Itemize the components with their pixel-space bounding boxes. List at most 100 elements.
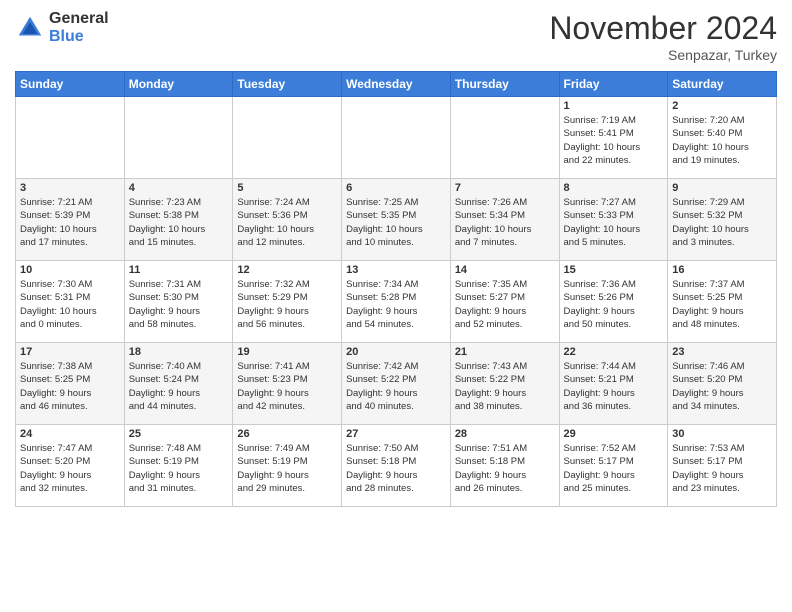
day-number: 17: [20, 346, 120, 358]
day-number: 15: [564, 264, 664, 276]
month-title: November 2024: [549, 10, 777, 47]
header-sunday: Sunday: [16, 72, 125, 97]
calendar-body: 1Sunrise: 7:19 AMSunset: 5:41 PMDaylight…: [16, 97, 777, 507]
cell-w3-d6: 23 Sunrise: 7:46 AMSunset: 5:20 PMDayligh…: [668, 343, 777, 425]
title-block: November 2024 Senpazar, Turkey: [549, 10, 777, 63]
cell-w1-d5: 8 Sunrise: 7:27 AMSunset: 5:33 PMDaylight…: [559, 179, 668, 261]
calendar-table: SundayMondayTuesdayWednesdayThursdayFrid…: [15, 71, 777, 507]
day-number: 24: [20, 428, 120, 440]
week-row-4: 17 Sunrise: 7:38 AMSunset: 5:25 PMDayligh…: [16, 343, 777, 425]
week-row-3: 10Sunrise: 7:30 AMSunset: 5:31 PMDayligh…: [16, 261, 777, 343]
header-tuesday: Tuesday: [233, 72, 342, 97]
header-row: SundayMondayTuesdayWednesdayThursdayFrid…: [16, 72, 777, 97]
day-info: Sunrise: 7:49 AMSunset: 5:19 PMDaylight:…: [237, 442, 337, 495]
cell-w1-d0: 3 Sunrise: 7:21 AMSunset: 5:39 PMDaylight…: [16, 179, 125, 261]
day-info: Sunrise: 7:42 AMSunset: 5:22 PMDaylight:…: [346, 360, 446, 413]
day-info: Sunrise: 7:34 AMSunset: 5:28 PMDaylight:…: [346, 278, 446, 331]
cell-w0-d2: [233, 97, 342, 179]
day-info: Sunrise: 7:29 AMSunset: 5:32 PMDaylight:…: [672, 196, 772, 249]
cell-w0-d3: [342, 97, 451, 179]
day-number: 13: [346, 264, 446, 276]
day-info: Sunrise: 7:36 AMSunset: 5:26 PMDaylight:…: [564, 278, 664, 331]
week-row-5: 24 Sunrise: 7:47 AMSunset: 5:20 PMDayligh…: [16, 425, 777, 507]
day-number: 9: [672, 182, 772, 194]
cell-w1-d3: 6 Sunrise: 7:25 AMSunset: 5:35 PMDaylight…: [342, 179, 451, 261]
cell-w2-d5: 15 Sunrise: 7:36 AMSunset: 5:26 PMDayligh…: [559, 261, 668, 343]
cell-w1-d1: 4Sunrise: 7:23 AMSunset: 5:38 PMDaylight…: [124, 179, 233, 261]
day-number: 21: [455, 346, 555, 358]
day-info: Sunrise: 7:32 AMSunset: 5:29 PMDaylight:…: [237, 278, 337, 331]
day-info: Sunrise: 7:40 AMSunset: 5:24 PMDaylight:…: [129, 360, 229, 413]
day-number: 1: [564, 100, 664, 112]
cell-w4-d0: 24 Sunrise: 7:47 AMSunset: 5:20 PMDayligh…: [16, 425, 125, 507]
day-number: 2: [672, 100, 772, 112]
day-number: 11: [129, 264, 229, 276]
day-number: 6: [346, 182, 446, 194]
day-number: 23: [672, 346, 772, 358]
cell-w2-d2: 12 Sunrise: 7:32 AMSunset: 5:29 PMDayligh…: [233, 261, 342, 343]
day-info: Sunrise: 7:24 AMSunset: 5:36 PMDaylight:…: [237, 196, 337, 249]
day-number: 27: [346, 428, 446, 440]
cell-w2-d3: 13 Sunrise: 7:34 AMSunset: 5:28 PMDayligh…: [342, 261, 451, 343]
day-info: Sunrise: 7:31 AMSunset: 5:30 PMDaylight:…: [129, 278, 229, 331]
cell-w4-d3: 27Sunrise: 7:50 AMSunset: 5:18 PMDayligh…: [342, 425, 451, 507]
day-info: Sunrise: 7:51 AMSunset: 5:18 PMDaylight:…: [455, 442, 555, 495]
header-wednesday: Wednesday: [342, 72, 451, 97]
day-info: Sunrise: 7:47 AMSunset: 5:20 PMDaylight:…: [20, 442, 120, 495]
day-info: Sunrise: 7:35 AMSunset: 5:27 PMDaylight:…: [455, 278, 555, 331]
cell-w2-d0: 10Sunrise: 7:30 AMSunset: 5:31 PMDayligh…: [16, 261, 125, 343]
day-info: Sunrise: 7:20 AMSunset: 5:40 PMDaylight:…: [672, 114, 772, 167]
cell-w0-d1: [124, 97, 233, 179]
day-number: 29: [564, 428, 664, 440]
day-info: Sunrise: 7:46 AMSunset: 5:20 PMDaylight:…: [672, 360, 772, 413]
cell-w2-d6: 16 Sunrise: 7:37 AMSunset: 5:25 PMDayligh…: [668, 261, 777, 343]
day-info: Sunrise: 7:25 AMSunset: 5:35 PMDaylight:…: [346, 196, 446, 249]
logo-text: General Blue: [49, 10, 109, 45]
logo-icon: [15, 13, 45, 43]
cell-w3-d4: 21 Sunrise: 7:43 AMSunset: 5:22 PMDayligh…: [450, 343, 559, 425]
cell-w4-d5: 29 Sunrise: 7:52 AMSunset: 5:17 PMDayligh…: [559, 425, 668, 507]
cell-w0-d6: 2 Sunrise: 7:20 AMSunset: 5:40 PMDaylight…: [668, 97, 777, 179]
day-info: Sunrise: 7:52 AMSunset: 5:17 PMDaylight:…: [564, 442, 664, 495]
logo: General Blue: [15, 10, 109, 45]
day-info: Sunrise: 7:48 AMSunset: 5:19 PMDaylight:…: [129, 442, 229, 495]
calendar-header: SundayMondayTuesdayWednesdayThursdayFrid…: [16, 72, 777, 97]
logo-general: General: [49, 10, 109, 28]
cell-w3-d2: 19 Sunrise: 7:41 AMSunset: 5:23 PMDayligh…: [233, 343, 342, 425]
header-thursday: Thursday: [450, 72, 559, 97]
day-number: 10: [20, 264, 120, 276]
day-number: 3: [20, 182, 120, 194]
cell-w3-d5: 22Sunrise: 7:44 AMSunset: 5:21 PMDayligh…: [559, 343, 668, 425]
day-info: Sunrise: 7:43 AMSunset: 5:22 PMDaylight:…: [455, 360, 555, 413]
day-info: Sunrise: 7:38 AMSunset: 5:25 PMDaylight:…: [20, 360, 120, 413]
day-number: 19: [237, 346, 337, 358]
week-row-1: 1Sunrise: 7:19 AMSunset: 5:41 PMDaylight…: [16, 97, 777, 179]
calendar-page: General Blue November 2024 Senpazar, Tur…: [0, 0, 792, 612]
day-number: 18: [129, 346, 229, 358]
day-number: 12: [237, 264, 337, 276]
day-info: Sunrise: 7:41 AMSunset: 5:23 PMDaylight:…: [237, 360, 337, 413]
cell-w4-d1: 25 Sunrise: 7:48 AMSunset: 5:19 PMDayligh…: [124, 425, 233, 507]
header: General Blue November 2024 Senpazar, Tur…: [15, 10, 777, 63]
day-info: Sunrise: 7:21 AMSunset: 5:39 PMDaylight:…: [20, 196, 120, 249]
day-number: 7: [455, 182, 555, 194]
day-info: Sunrise: 7:23 AMSunset: 5:38 PMDaylight:…: [129, 196, 229, 249]
day-number: 8: [564, 182, 664, 194]
day-info: Sunrise: 7:26 AMSunset: 5:34 PMDaylight:…: [455, 196, 555, 249]
cell-w4-d2: 26Sunrise: 7:49 AMSunset: 5:19 PMDayligh…: [233, 425, 342, 507]
day-number: 16: [672, 264, 772, 276]
cell-w4-d4: 28 Sunrise: 7:51 AMSunset: 5:18 PMDayligh…: [450, 425, 559, 507]
day-number: 30: [672, 428, 772, 440]
day-number: 5: [237, 182, 337, 194]
cell-w0-d5: 1Sunrise: 7:19 AMSunset: 5:41 PMDaylight…: [559, 97, 668, 179]
day-info: Sunrise: 7:27 AMSunset: 5:33 PMDaylight:…: [564, 196, 664, 249]
cell-w0-d0: [16, 97, 125, 179]
header-friday: Friday: [559, 72, 668, 97]
day-info: Sunrise: 7:37 AMSunset: 5:25 PMDaylight:…: [672, 278, 772, 331]
location: Senpazar, Turkey: [549, 47, 777, 63]
day-number: 25: [129, 428, 229, 440]
cell-w3-d3: 20Sunrise: 7:42 AMSunset: 5:22 PMDayligh…: [342, 343, 451, 425]
logo-blue: Blue: [49, 28, 109, 46]
day-info: Sunrise: 7:53 AMSunset: 5:17 PMDaylight:…: [672, 442, 772, 495]
day-number: 28: [455, 428, 555, 440]
